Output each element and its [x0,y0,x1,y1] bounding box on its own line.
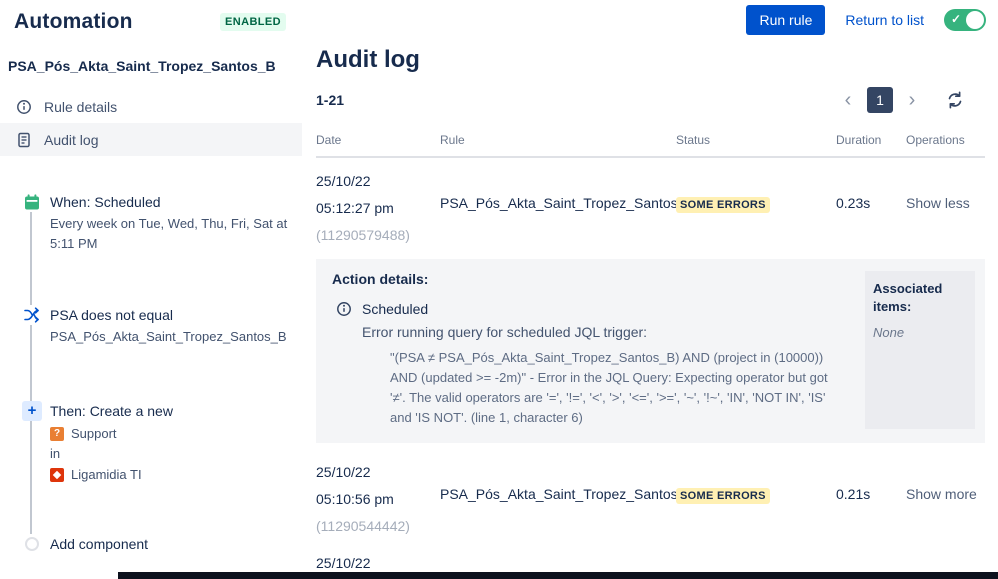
run-time: 05:12:27 pm [316,200,394,216]
run-rule-name: PSA_Pós_Akta_Saint_Tropez_Santos_B [440,195,695,211]
info-icon [16,99,32,115]
enabled-badge: ENABLED [220,13,286,31]
status-badge: SOME ERRORS [676,487,770,504]
condition-subtitle: PSA_Pós_Akta_Saint_Tropez_Santos_B [50,329,287,344]
result-range: 1-21 [316,92,345,108]
branch-icon [22,305,42,325]
next-page-button[interactable]: › [901,87,923,113]
rule-flow: When: Scheduled Every week on Tue, Wed, … [0,192,302,554]
run-duration: 0.21s [836,485,871,502]
error-message: "(PSA ≠ PSA_Pós_Akta_Saint_Tropez_Santos… [390,350,828,426]
calendar-icon [22,192,42,212]
action-details: ? Support in Ligamidia TI [50,424,173,486]
rule-name: PSA_Pós_Akta_Saint_Tropez_Santos_B [8,58,276,74]
check-icon: ✓ [951,12,962,26]
sidebar-item-label: Rule details [44,98,118,115]
run-id: (11290544442) [316,517,410,534]
error-intro: Error running query for scheduled JQL tr… [362,324,648,340]
show-more-link[interactable]: Show more [894,459,985,540]
sidebar-header: Automation ENABLED [0,10,302,34]
associated-items-heading: Associated items: [873,281,943,314]
trigger-subtitle: Every week on Tue, Wed, Thu, Fri, Sat at… [50,216,288,251]
associated-items-box: Associated items: None [865,271,975,429]
current-page-button[interactable]: 1 [867,87,893,113]
sidebar: Automation ENABLED PSA_Pós_Akta_Saint_Tr… [0,0,302,579]
action-title: Then: Create a new [50,402,173,419]
sidebar-item-audit-log[interactable]: Audit log [0,123,302,156]
table-header: Date Rule Status Duration Operations [316,133,985,158]
associated-items-value: None [873,325,905,341]
run-date: 25/10/22 [316,463,371,480]
sidebar-item-rule-details[interactable]: Rule details [0,90,302,123]
flow-trigger[interactable]: When: Scheduled Every week on Tue, Wed, … [22,192,302,253]
flow-condition[interactable]: PSA does not equal PSA_Pós_Akta_Saint_Tr… [22,305,302,347]
action-details-content: Action details: Scheduled Error running … [332,271,851,429]
sidebar-nav: Rule details Audit log [0,90,302,156]
refresh-icon[interactable] [945,90,965,110]
sidebar-item-label: Audit log [44,131,99,148]
window-edge-bar [118,572,998,579]
pagination: ‹ 1 › [837,87,985,113]
add-component-label: Add component [50,535,149,552]
empty-circle-icon [22,533,42,554]
flow-action[interactable]: + Then: Create a new ? Support in Ligami… [22,400,302,486]
col-rule: Rule [440,133,465,147]
run-rule-name: PSA_Pós_Akta_Saint_Tropez_Santos_B [440,485,695,502]
add-component[interactable]: Add component [22,533,302,554]
project-avatar-icon [50,468,64,483]
run-status-cell: SOME ERRORS [676,168,836,249]
run-date-cell: 25/10/22 05:10:56 pm (11290544442) [316,459,440,540]
run-time: 05:10:56 pm [316,490,394,507]
audit-log-title: Audit log [316,46,420,73]
run-duration: 0.23s [836,195,871,211]
event-title: Scheduled [362,301,429,317]
run-status-cell: SOME ERRORS [676,459,836,540]
action-issue-type: Support [71,425,117,441]
run-id: (11290579488) [316,227,410,243]
document-icon [16,132,32,148]
page-title: Automation [14,10,133,33]
table-row: 25/10/22 05:12:27 pm (11290579488) PSA_P… [316,158,985,249]
col-duration: Duration [836,133,882,147]
top-controls: Run rule Return to list ✓ [746,5,986,35]
plus-icon: + [22,400,42,421]
col-status: Status [676,133,711,147]
run-rule-button[interactable]: Run rule [746,5,826,35]
issue-type-icon: ? [50,426,64,441]
return-to-list-link[interactable]: Return to list [845,12,924,28]
show-less-link[interactable]: Show less [894,168,985,249]
run-date: 25/10/22 [316,173,371,189]
audit-meta-row: 1-21 ‹ 1 › [316,87,985,113]
table-row: 25/10/22 05:10:56 pm (11290544442) PSA_P… [316,449,985,540]
toggle-knob [966,11,984,29]
col-date: Date [316,133,342,147]
rule-enabled-toggle[interactable]: ✓ [944,9,986,31]
action-project: Ligamidia TI [71,467,142,483]
run-date-cell: 25/10/22 05:12:27 pm (11290579488) [316,168,440,249]
condition-title: PSA does not equal [50,307,173,323]
automation-app: Automation ENABLED PSA_Pós_Akta_Saint_Tr… [0,0,998,579]
audit-log-panel: Audit log 1-21 ‹ 1 › Date Rule Status Du… [316,0,985,579]
action-details-panel: Action details: Scheduled Error running … [316,259,985,443]
flow-connector-line [30,202,32,544]
info-icon [336,301,352,317]
prev-page-button[interactable]: ‹ [837,87,859,113]
status-badge: SOME ERRORS [676,197,770,213]
action-details-heading: Action details: [332,271,429,287]
col-operations: Operations [906,133,965,147]
action-connector-word: in [50,446,61,462]
trigger-title: When: Scheduled [50,194,161,210]
event-row: Scheduled [336,301,851,317]
